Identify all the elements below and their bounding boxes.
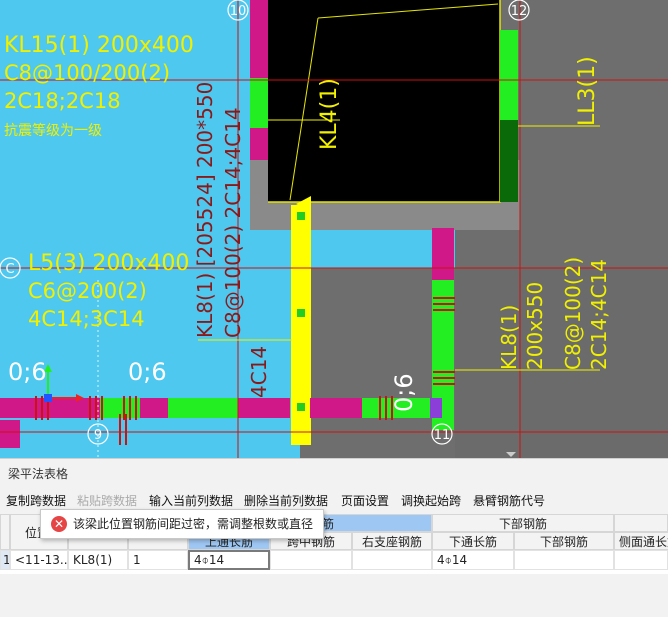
cell-top-through[interactable]: 4⌽14 (188, 550, 270, 570)
kl15-rebar-label[interactable]: 2C18;2C18 (4, 89, 121, 113)
kl8-right-title-label[interactable]: KL8(1) (497, 305, 521, 370)
table-toolbar: 复制跨数据 粘贴跨数据 输入当前列数据 删除当前列数据 页面设置 调换起始跨 悬… (0, 489, 668, 511)
error-toast: ✕ 该梁此位置钢筋间距过密，需调整根数或直径 (40, 509, 324, 539)
dim-06-left-label: 0;6 (8, 358, 47, 386)
col-header-bottom[interactable]: 下部钢筋 (514, 532, 614, 550)
cell-mid[interactable] (270, 550, 352, 570)
input-column-button[interactable]: 输入当前列数据 (149, 492, 233, 509)
col-header-bottom-through[interactable]: 下通长筋 (432, 532, 514, 550)
dim-06-right-label: 0;6 (390, 373, 418, 412)
cell-span[interactable]: 1 (128, 550, 188, 570)
row-number[interactable]: 1 (0, 550, 10, 570)
col-header-right-support[interactable]: 右支座钢筋 (352, 532, 432, 550)
opening-block (268, 0, 500, 202)
cell-position[interactable]: <11-13... (10, 550, 68, 570)
kl8-main-rebar-label[interactable]: C8@100(2) 2C14;4C14 (221, 107, 245, 338)
l5-title-label[interactable]: L5(3) 200x400 (28, 251, 189, 276)
error-icon: ✕ (51, 516, 67, 532)
l5-stirrup-label[interactable]: C6@200(2) (28, 279, 147, 303)
delete-column-button[interactable]: 删除当前列数据 (244, 492, 328, 509)
left-column-magenta (0, 420, 20, 448)
beam-axis11-magenta (432, 228, 454, 280)
grip-2[interactable] (297, 309, 305, 317)
col-header-side[interactable]: 侧面通长筋 (614, 532, 668, 550)
kl15-stirrup-label[interactable]: C8@100/200(2) (4, 61, 170, 85)
beam-bottom-magenta (0, 398, 290, 418)
group-header-bottom[interactable]: 下部钢筋 (432, 514, 614, 532)
ll3-label[interactable]: LL3(1) (575, 56, 600, 126)
panel-title: 梁平法表格 (8, 467, 69, 481)
error-message: 该梁此位置钢筋间距过密，需调整根数或直径 (73, 517, 314, 531)
kl4-label[interactable]: KL4(1) (317, 78, 342, 150)
cell-bottom-through[interactable]: 4⌽14 (432, 550, 514, 570)
paste-span-button[interactable]: 粘贴跨数据 (77, 492, 137, 509)
beam-bottom-green-b (168, 398, 238, 418)
kl15-title-label[interactable]: KL15(1) 200x400 (4, 33, 194, 58)
svg-text:10: 10 (230, 4, 247, 19)
cell-name[interactable]: KL8(1) (68, 550, 128, 570)
svg-text:11: 11 (434, 428, 451, 443)
group-header-side (614, 514, 668, 532)
l5-rebar-label[interactable]: 4C14;3C14 (28, 307, 145, 331)
copy-span-button[interactable]: 复制跨数据 (6, 492, 66, 509)
grip-3[interactable] (297, 403, 305, 411)
svg-text:12: 12 (511, 4, 528, 19)
cell-right-support[interactable] (352, 550, 432, 570)
dim-4c14-label[interactable]: 4C14 (247, 346, 271, 398)
svg-text:9: 9 (94, 428, 102, 443)
cantilever-code-button[interactable]: 悬臂钢筋代号 (473, 492, 545, 509)
svg-text:C: C (5, 262, 14, 277)
kl8-right-rebar-label[interactable]: 2C14;4C14 (587, 259, 611, 370)
page-setup-button[interactable]: 页面设置 (341, 492, 389, 509)
kl15-note-label: 抗震等级为一级 (4, 122, 102, 139)
beam-right-dark (500, 120, 518, 202)
kl8-right-size-label[interactable]: 200x550 (523, 282, 547, 370)
beam-left-green (250, 78, 268, 128)
purple-node (430, 398, 442, 418)
dim-06-mid-label: 0;6 (128, 358, 167, 386)
kl8-main-title-label[interactable]: KL8(1) [205524] 200*550 (193, 82, 217, 338)
cad-canvas[interactable]: 10 12 C 9 11 KL15(1) 200x400 C8@100/200(… (0, 0, 668, 458)
cell-side[interactable] (614, 550, 668, 570)
swap-start-span-button[interactable]: 调换起始跨 (401, 492, 461, 509)
corner-header (0, 514, 10, 550)
beam-bottom-right-magenta (310, 398, 362, 418)
grip-1[interactable] (297, 212, 305, 220)
kl8-right-stirrup-label[interactable]: C8@100(2) (561, 257, 585, 370)
cell-bottom[interactable] (514, 550, 614, 570)
